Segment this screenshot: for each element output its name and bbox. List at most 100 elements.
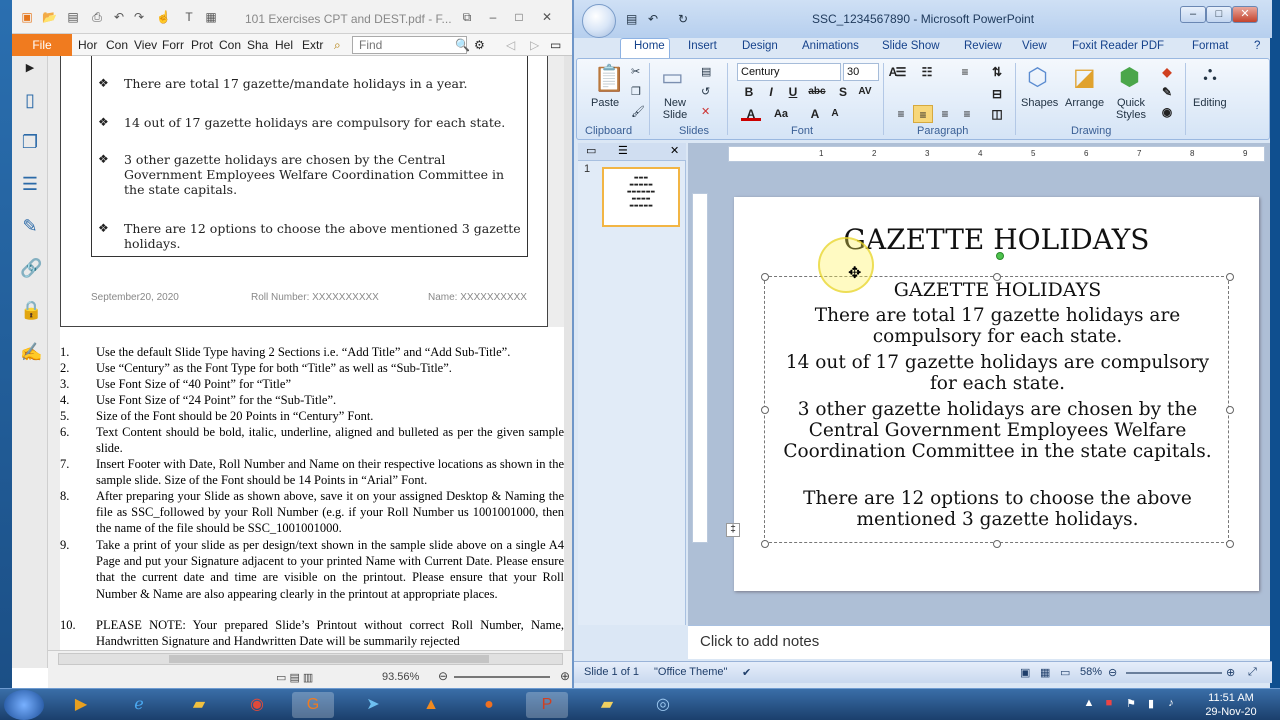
close-icon[interactable]: ✕: [540, 10, 554, 24]
subtitle-placeholder[interactable]: GAZETTE HOLIDAYS There are total 17 gaze…: [761, 273, 1234, 548]
new-slide-icon[interactable]: ▭: [661, 63, 684, 92]
network-icon[interactable]: ▮: [1144, 697, 1158, 711]
search-icon[interactable]: 🔍: [455, 38, 470, 52]
line-spacing-icon[interactable]: ≡: [955, 63, 975, 81]
slide-title[interactable]: GAZETTE HOLIDAYS: [734, 223, 1259, 256]
save-icon[interactable]: ▤: [66, 10, 80, 24]
tab-home[interactable]: Hor: [78, 38, 97, 52]
tab-extra[interactable]: Extr: [302, 38, 323, 52]
recorder-icon[interactable]: ◎: [642, 692, 684, 718]
autofit-options-icon[interactable]: ‡: [726, 523, 740, 537]
notes-pane[interactable]: Click to add notes: [688, 625, 1270, 659]
editing-icon[interactable]: ⛬: [1203, 63, 1217, 86]
tab-design[interactable]: Design: [742, 40, 778, 52]
normal-view-icon[interactable]: ▣: [1020, 666, 1030, 679]
ppt-minimize-button[interactable]: –: [1180, 6, 1206, 23]
outline-tab-icon[interactable]: ☰: [618, 144, 628, 157]
bookmarks-icon[interactable]: ❐: [20, 132, 40, 152]
telegram-icon[interactable]: ➤: [352, 692, 394, 718]
tab-slide-show[interactable]: Slide Show: [882, 40, 940, 52]
slide-thumbnail[interactable]: ▬▬▬ ▬▬▬▬▬ ▬▬▬▬▬▬ ▬▬▬▬ ▬▬▬▬▬: [602, 167, 680, 227]
ppt-zoom-out-icon[interactable]: ⊖: [1108, 666, 1117, 679]
bold-button[interactable]: B: [739, 83, 759, 101]
subtitle-paragraph[interactable]: 14 out of 17 gazette holidays are compul…: [771, 352, 1224, 394]
delete-slide-icon[interactable]: ✕: [701, 105, 710, 118]
find-input[interactable]: [352, 36, 467, 54]
settings-icon[interactable]: ⚙: [474, 38, 485, 52]
tab-protect[interactable]: Prot: [191, 38, 213, 52]
resize-handle[interactable]: [761, 540, 769, 548]
copy-icon[interactable]: ❐: [631, 85, 641, 98]
format-painter-icon[interactable]: 🖌: [631, 105, 645, 118]
text-direction-icon[interactable]: ⇅: [987, 63, 1007, 81]
quick-styles-label[interactable]: Quick Styles: [1109, 97, 1153, 121]
align-center-button[interactable]: ≡: [913, 105, 933, 123]
shape-outline-icon[interactable]: ✎: [1157, 83, 1177, 101]
justify-button[interactable]: ≡: [957, 105, 977, 123]
slideshow-view-icon[interactable]: ▭: [1060, 666, 1070, 679]
internet-explorer-icon[interactable]: ℯ: [118, 692, 160, 718]
tab-convert[interactable]: Con: [106, 38, 128, 52]
file-explorer-icon[interactable]: ▰: [178, 692, 220, 718]
spell-check-icon[interactable]: ✔: [742, 666, 751, 679]
char-spacing-icon[interactable]: AV: [855, 83, 875, 101]
redo-icon[interactable]: ↷: [132, 10, 146, 24]
horizontal-scroll-thumb[interactable]: [169, 655, 489, 663]
shapes-icon[interactable]: ⬡: [1027, 63, 1048, 92]
volume-icon[interactable]: ♪: [1164, 697, 1178, 711]
tab-review[interactable]: Review: [964, 40, 1002, 52]
subtitle-paragraph[interactable]: There are total 17 gazette holidays are …: [771, 305, 1224, 347]
file-tab[interactable]: File: [12, 34, 72, 56]
numbering-icon[interactable]: ☷: [917, 63, 937, 81]
editing-label[interactable]: Editing: [1193, 97, 1227, 109]
shape-fill-icon[interactable]: ◆: [1157, 63, 1177, 81]
shadow-button[interactable]: S: [833, 83, 853, 101]
resize-handle[interactable]: [993, 540, 1001, 548]
new-slide-label[interactable]: New Slide: [657, 97, 693, 121]
tab-foxit-reader-pdf[interactable]: Foxit Reader PDF: [1072, 40, 1164, 52]
restore-ribbon-icon[interactable]: ⧉: [460, 10, 474, 24]
zoom-in-icon[interactable]: ⊕: [560, 669, 570, 683]
align-text-icon[interactable]: ⊟: [987, 85, 1007, 103]
action-center-icon[interactable]: ⚑: [1124, 697, 1138, 711]
cut-icon[interactable]: ✂: [631, 65, 640, 78]
resize-handle[interactable]: [761, 406, 769, 414]
arrange-icon[interactable]: ◪: [1073, 63, 1096, 92]
bullets-icon[interactable]: ☰: [891, 63, 911, 81]
ppt-close-button[interactable]: ✕: [1232, 6, 1258, 23]
strikethrough-button[interactable]: abc: [807, 83, 827, 101]
signature-icon[interactable]: ✍: [20, 342, 42, 362]
subtitle-paragraph[interactable]: There are 12 options to choose the above…: [771, 488, 1224, 530]
slide-canvas[interactable]: GAZETTE HOLIDAYS GAZETTE HOLIDAYS There …: [726, 197, 1259, 591]
find-options-icon[interactable]: ⌕: [334, 38, 341, 53]
powerpoint-taskbar-icon[interactable]: P: [526, 692, 568, 718]
vertical-scrollbar[interactable]: [564, 56, 572, 650]
tab-help[interactable]: Hel: [275, 38, 293, 52]
ribbon-help-icon[interactable]: ?: [1254, 40, 1260, 52]
vlc-icon[interactable]: ▲: [410, 692, 452, 718]
quick-styles-icon[interactable]: ⬢: [1119, 63, 1140, 92]
tab-share[interactable]: Sha: [247, 38, 268, 52]
sorter-view-icon[interactable]: ▦: [1040, 666, 1050, 679]
tray-arrow-icon[interactable]: ▲: [1082, 697, 1096, 711]
minimize-icon[interactable]: –: [486, 10, 500, 24]
tab-animations[interactable]: Animations: [802, 40, 859, 52]
security-lock-icon[interactable]: 🔒: [20, 300, 42, 320]
nav-back-icon[interactable]: ◁: [506, 38, 515, 52]
layers-icon[interactable]: ☰: [20, 174, 40, 194]
arrange-label[interactable]: Arrange: [1065, 97, 1104, 109]
tab-connect[interactable]: Con: [219, 38, 241, 52]
tab-insert[interactable]: Insert: [688, 40, 717, 52]
resize-handle[interactable]: [1226, 406, 1234, 414]
smartart-icon[interactable]: ◫: [987, 105, 1007, 123]
chrome-icon[interactable]: ◉: [236, 692, 278, 718]
horizontal-scrollbar[interactable]: [58, 653, 563, 665]
close-pane-icon[interactable]: ✕: [670, 144, 679, 157]
reset-icon[interactable]: ↺: [701, 85, 710, 98]
layout-icon[interactable]: ▤: [701, 65, 711, 78]
shape-effects-icon[interactable]: ◉: [1157, 103, 1177, 121]
maximize-icon[interactable]: □: [512, 10, 526, 24]
font-color-button[interactable]: A: [741, 105, 761, 121]
undo-icon[interactable]: ↶: [112, 10, 126, 24]
decrease-font-icon[interactable]: A: [825, 105, 845, 123]
